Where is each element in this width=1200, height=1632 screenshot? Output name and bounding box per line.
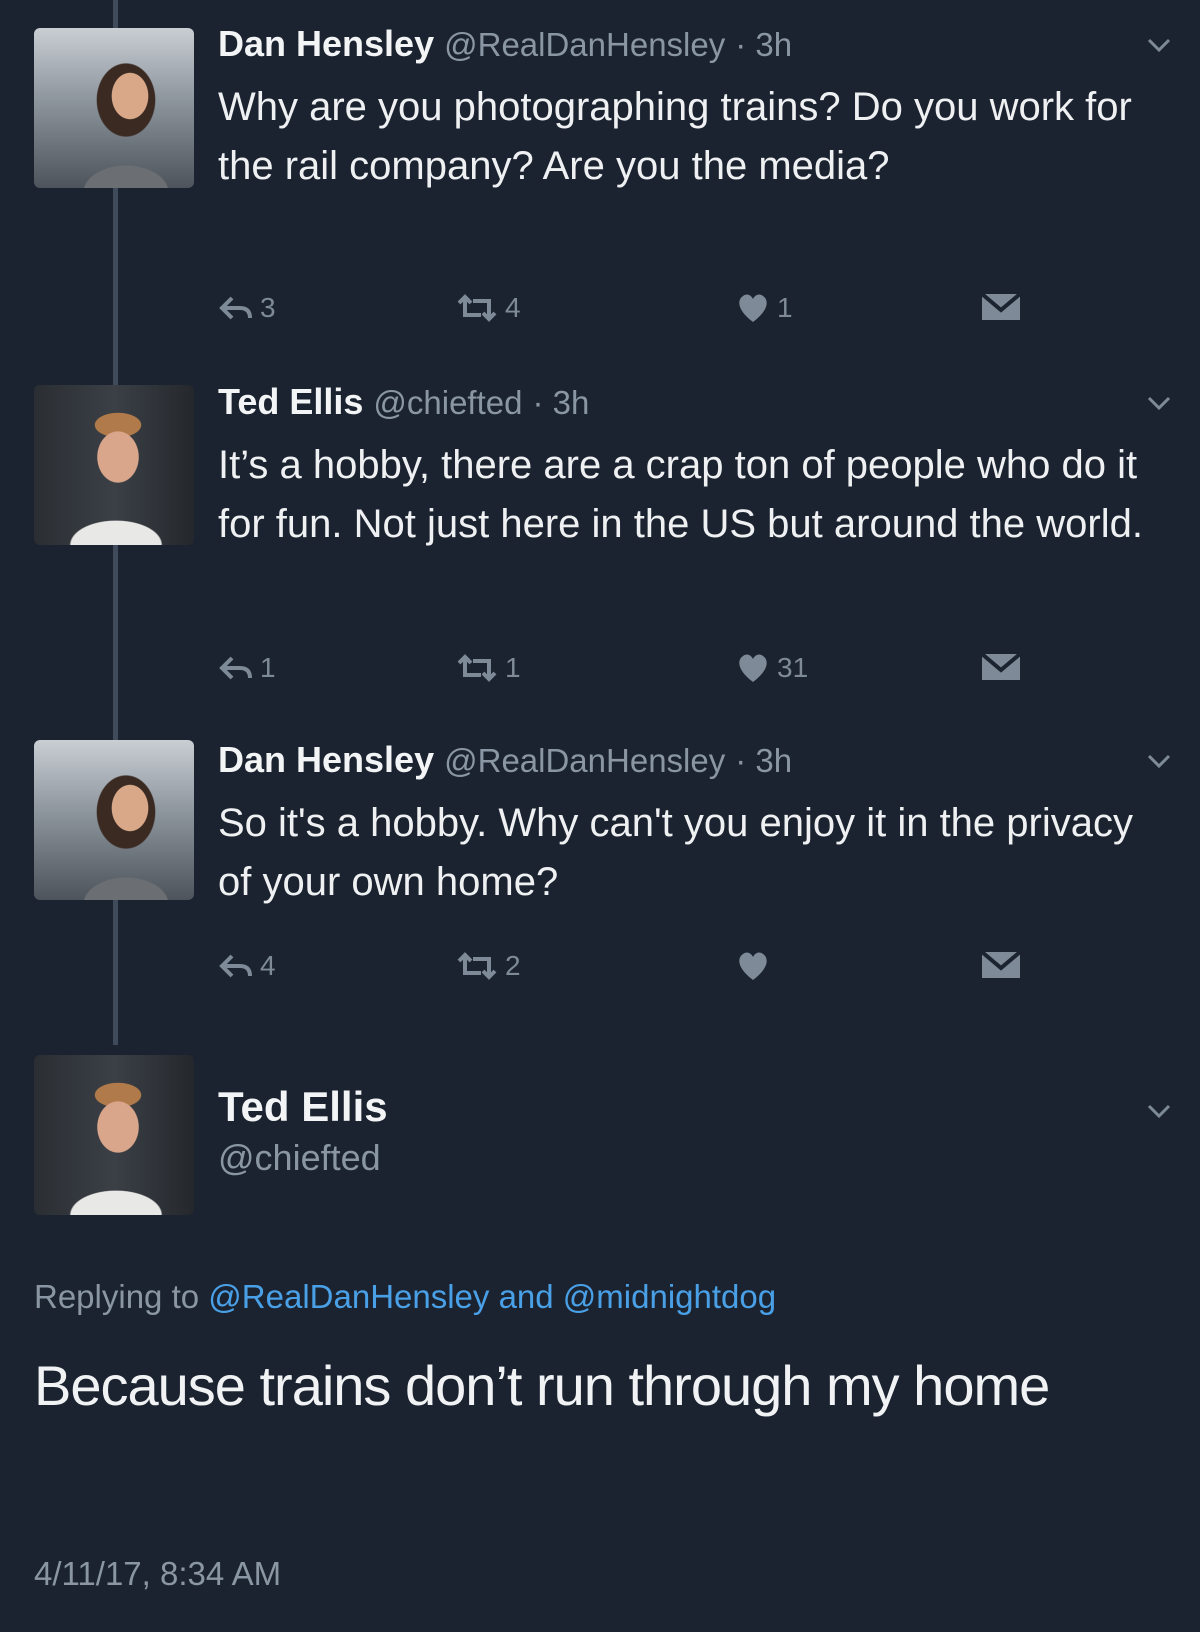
- reply-button[interactable]: 4: [218, 950, 276, 982]
- tweet-text: Why are you photographing trains? Do you…: [218, 85, 1132, 188]
- envelope-icon: [980, 950, 1022, 978]
- reply-count: 1: [260, 652, 276, 683]
- reply-icon: [219, 954, 252, 978]
- retweet-button[interactable]: 4: [455, 292, 521, 324]
- user-handle[interactable]: @RealDanHensley: [444, 26, 725, 63]
- retweet-icon: [457, 952, 497, 980]
- like-count: 31: [777, 652, 809, 683]
- display-name[interactable]: Ted Ellis: [218, 1083, 388, 1131]
- reply-button[interactable]: 1: [218, 652, 276, 684]
- avatar[interactable]: [34, 740, 194, 900]
- like-button[interactable]: 1: [735, 292, 793, 324]
- display-name[interactable]: Ted Ellis: [218, 381, 363, 422]
- dm-button[interactable]: [980, 652, 1022, 682]
- avatar[interactable]: [34, 385, 194, 545]
- chevron-down-icon[interactable]: [1146, 1098, 1172, 1124]
- retweet-icon: [457, 294, 497, 322]
- chevron-down-icon[interactable]: [1146, 390, 1172, 416]
- replying-prefix: Replying to: [34, 1278, 200, 1315]
- display-name[interactable]: Dan Hensley: [218, 23, 434, 64]
- replying-to-line: Replying to @RealDanHensley and @midnigh…: [34, 1278, 776, 1316]
- tweet-time: · 3h: [735, 26, 793, 63]
- tweet-time: · 3h: [532, 384, 590, 421]
- tweet-text: So it's a hobby. Why can't you enjoy it …: [218, 801, 1133, 904]
- replying-to-links[interactable]: @RealDanHensley and @midnightdog: [208, 1278, 776, 1315]
- avatar[interactable]: [34, 1055, 194, 1215]
- retweet-count: 1: [505, 652, 521, 683]
- envelope-icon: [980, 652, 1022, 680]
- reply-count: 4: [260, 950, 276, 981]
- like-button[interactable]: 31: [735, 652, 808, 684]
- reply-icon: [219, 656, 252, 680]
- retweet-icon: [457, 654, 497, 682]
- user-handle[interactable]: @chiefted: [373, 384, 522, 421]
- dm-button[interactable]: [980, 950, 1022, 980]
- main-tweet-text: Because trains don’t run through my home: [34, 1354, 1050, 1417]
- chevron-down-icon[interactable]: [1146, 32, 1172, 58]
- heart-icon: [739, 952, 767, 980]
- heart-icon: [739, 294, 767, 322]
- user-handle[interactable]: @RealDanHensley: [444, 742, 725, 779]
- reply-count: 3: [260, 292, 276, 323]
- tweet-timestamp[interactable]: 4/11/17, 8:34 AM: [34, 1555, 281, 1593]
- reply-icon: [219, 296, 252, 320]
- retweet-button[interactable]: 2: [455, 950, 521, 982]
- retweet-button[interactable]: 1: [455, 652, 521, 684]
- like-count: 1: [777, 292, 793, 323]
- like-button[interactable]: [735, 950, 777, 982]
- reply-button[interactable]: 3: [218, 292, 276, 324]
- retweet-count: 4: [505, 292, 521, 323]
- tweet-text: It’s a hobby, there are a crap ton of pe…: [218, 443, 1143, 546]
- chevron-down-icon[interactable]: [1146, 748, 1172, 774]
- display-name[interactable]: Dan Hensley: [218, 739, 434, 780]
- envelope-icon: [980, 292, 1022, 320]
- user-handle[interactable]: @chiefted: [218, 1137, 381, 1179]
- tweet-time: · 3h: [735, 742, 793, 779]
- heart-icon: [739, 654, 767, 682]
- dm-button[interactable]: [980, 292, 1022, 322]
- retweet-count: 2: [505, 950, 521, 981]
- avatar[interactable]: [34, 28, 194, 188]
